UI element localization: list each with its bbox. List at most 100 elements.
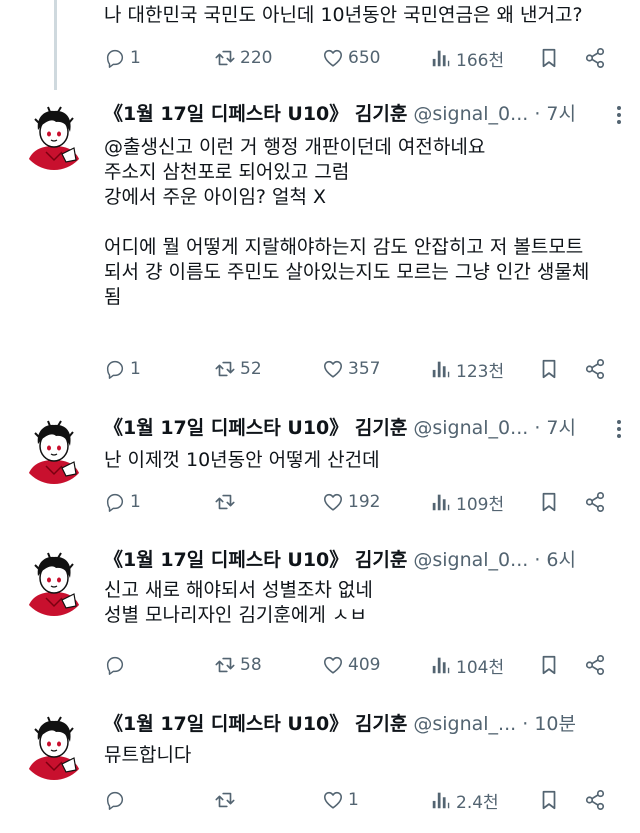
- display-name[interactable]: 《1월 17일 디페스타 U10》 김기훈: [104, 713, 407, 735]
- tweet-header: 《1월 17일 디페스타 U10》 김기훈 @signal_0... · 6시: [104, 546, 624, 574]
- tweet-actions: 1 52 357 123천: [104, 354, 624, 384]
- views-button[interactable]: 166천: [430, 43, 504, 73]
- view-count: 166천: [456, 50, 505, 71]
- share-icon: [584, 358, 606, 380]
- avatar[interactable]: [20, 712, 88, 780]
- tweet[interactable]: 《1월 17일 디페스타 U10》 김기훈 @signal_0... · 7시 …: [0, 100, 640, 390]
- tweet-text: @출생신고 이런 거 행정 개판이던데 여전하네요 주소지 삼천포로 되어있고 …: [104, 135, 640, 310]
- reply-button[interactable]: 1: [104, 43, 141, 73]
- bookmark-button[interactable]: [538, 785, 560, 815]
- bookmark-button[interactable]: [538, 650, 560, 680]
- user-handle[interactable]: @signal_...: [413, 713, 516, 735]
- retweet-button[interactable]: [214, 487, 240, 517]
- retweet-icon: [214, 358, 236, 380]
- tweet[interactable]: 《1월 17일 디페스타 U10》 김기훈 @signal_0... · 7시 …: [0, 414, 640, 524]
- display-name[interactable]: 《1월 17일 디페스타 U10》 김기훈: [104, 417, 407, 439]
- views-button[interactable]: 123천: [430, 354, 504, 384]
- retweet-button[interactable]: 220: [214, 43, 272, 73]
- reply-button[interactable]: [104, 785, 130, 815]
- tweet-text-line: 신고 새로 해야되서 성별조차 없네: [104, 579, 373, 601]
- share-button[interactable]: [584, 43, 606, 73]
- tweet-text-line: 난 이제껏 10년동안 어떻게 산건데: [104, 449, 380, 471]
- tweet-text-line: 주소지 삼천포로 되어있고 그럼: [104, 161, 350, 183]
- share-button[interactable]: [584, 487, 606, 517]
- avatar-image: [20, 102, 88, 170]
- retweet-count: 220: [240, 48, 273, 68]
- bookmark-button[interactable]: [538, 354, 560, 384]
- like-button[interactable]: 650: [322, 43, 380, 73]
- share-button[interactable]: [584, 785, 606, 815]
- bar-chart-icon: [430, 47, 452, 69]
- reply-count: 1: [130, 48, 141, 68]
- reply-icon: [104, 491, 126, 513]
- post-time[interactable]: · 7시: [534, 103, 576, 125]
- tweet[interactable]: 《1월 17일 디페스타 U10》 김기훈 @signal_0... · 6시 …: [0, 546, 640, 686]
- avatar[interactable]: [20, 102, 88, 170]
- like-count: 409: [348, 655, 381, 675]
- tweet-text-line: 되서 걍 이름도 주민도 살아있는지도 모르는 그냥 인간 생물체: [104, 261, 590, 283]
- display-name[interactable]: 《1월 17일 디페스타 U10》 김기훈: [104, 103, 407, 125]
- bookmark-button[interactable]: [538, 487, 560, 517]
- tweet-actions: 1 220 650 166천: [104, 43, 624, 73]
- tweet-text-line: 뮤트합니다: [104, 744, 192, 766]
- post-time[interactable]: · 10분: [522, 713, 576, 735]
- retweet-button[interactable]: [214, 785, 240, 815]
- views-button[interactable]: 104천: [430, 650, 504, 680]
- share-button[interactable]: [584, 354, 606, 384]
- views-button[interactable]: 2.4천: [430, 785, 499, 815]
- more-options-icon[interactable]: [616, 420, 622, 440]
- heart-icon: [322, 358, 344, 380]
- avatar[interactable]: [20, 548, 88, 616]
- display-name[interactable]: 《1월 17일 디페스타 U10》 김기훈: [104, 549, 407, 571]
- like-count: 357: [348, 359, 381, 379]
- avatar[interactable]: [20, 416, 88, 484]
- tweet-header: 《1월 17일 디페스타 U10》 김기훈 @signal_0... · 7시: [104, 100, 624, 128]
- bar-chart-icon: [430, 654, 452, 676]
- bookmark-icon: [538, 654, 560, 676]
- tweet[interactable]: 《1월 17일 디페스타 U10》 김기훈 @signal_... · 10분 …: [0, 710, 640, 825]
- more-options-icon[interactable]: [616, 106, 622, 126]
- reply-count: 1: [130, 492, 141, 512]
- view-count: 109천: [456, 494, 505, 515]
- like-button[interactable]: 409: [322, 650, 380, 680]
- like-count: 650: [348, 48, 381, 68]
- retweet-button[interactable]: 52: [214, 354, 262, 384]
- reply-icon: [104, 789, 126, 811]
- retweet-icon: [214, 654, 236, 676]
- reply-button[interactable]: 1: [104, 487, 141, 517]
- tweet-text: 난 이제껏 10년동안 어떻게 산건데: [104, 448, 640, 473]
- reply-icon: [104, 654, 126, 676]
- reply-count: 1: [130, 359, 141, 379]
- like-button[interactable]: 357: [322, 354, 380, 384]
- post-time[interactable]: · 6시: [534, 549, 576, 571]
- post-time[interactable]: · 7시: [534, 417, 576, 439]
- heart-icon: [322, 654, 344, 676]
- bar-chart-icon: [430, 358, 452, 380]
- tweet-text-line: 어디에 뭘 어떻게 지랄해야하는지 감도 안잡히고 저 볼트모트: [104, 236, 584, 258]
- heart-icon: [322, 491, 344, 513]
- user-handle[interactable]: @signal_0...: [413, 549, 528, 571]
- like-button[interactable]: 1: [322, 785, 359, 815]
- heart-icon: [322, 789, 344, 811]
- reply-button[interactable]: [104, 650, 130, 680]
- retweet-button[interactable]: 58: [214, 650, 262, 680]
- tweet-text-line: 나 대한민국 국민도 아닌데 10년동안 국민연금은 왜 낸거고?: [104, 4, 583, 26]
- retweet-count: 52: [240, 359, 262, 379]
- tweet-text-line: 됨: [104, 286, 122, 308]
- bar-chart-icon: [430, 789, 452, 811]
- user-handle[interactable]: @signal_0...: [413, 103, 528, 125]
- share-button[interactable]: [584, 650, 606, 680]
- share-icon: [584, 491, 606, 513]
- reply-icon: [104, 358, 126, 380]
- share-icon: [584, 789, 606, 811]
- retweet-icon: [214, 789, 236, 811]
- tweet-top-partial[interactable]: 나 대한민국 국민도 아닌데 10년동안 국민연금은 왜 낸거고? 1 220 …: [0, 0, 640, 84]
- user-handle[interactable]: @signal_0...: [413, 417, 528, 439]
- avatar-image: [20, 416, 88, 484]
- like-button[interactable]: 192: [322, 487, 380, 517]
- bar-chart-icon: [430, 491, 452, 513]
- views-button[interactable]: 109천: [430, 487, 504, 517]
- tweet-actions: 58 409 104천: [104, 650, 624, 680]
- bookmark-button[interactable]: [538, 43, 560, 73]
- reply-button[interactable]: 1: [104, 354, 141, 384]
